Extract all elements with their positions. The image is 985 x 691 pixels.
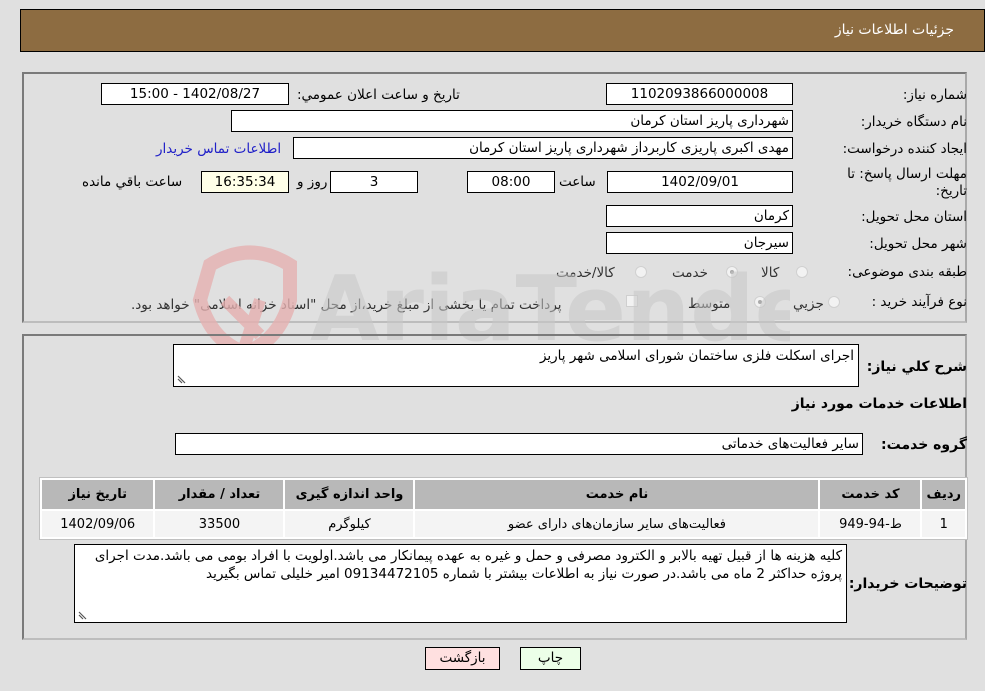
province-label: استان محل تحویل: <box>861 209 967 225</box>
remaining-days-field: 3 <box>330 171 418 193</box>
cell-service-name: فعالیت‌های سایر سازمان‌های دارای عضو <box>415 511 819 537</box>
process-label: نوع فرآیند خرید : <box>871 294 967 310</box>
page-title: جزئیات اطلاعات نیاز <box>834 22 954 38</box>
page-header: جزئیات اطلاعات نیاز <box>20 9 985 52</box>
remaining-time-field: 16:35:34 <box>201 171 289 193</box>
announce-datetime-label: تاریخ و ساعت اعلان عمومي: <box>297 87 460 103</box>
deadline-label: مهلت ارسال پاسخ: تا تاریخ: <box>847 166 967 199</box>
general-desc-textarea[interactable]: اجرای اسکلت فلزی ساختمان شورای اسلامی شه… <box>173 344 859 387</box>
need-number-field[interactable]: 1102093866000008 <box>606 83 793 105</box>
city-field[interactable]: سیرجان <box>606 232 793 254</box>
col-header-row-number: ردیف <box>922 480 965 509</box>
process-radio-medium[interactable] <box>754 296 766 308</box>
category-option-goods: کالا <box>761 265 780 281</box>
cell-row-number: 1 <box>922 511 965 537</box>
category-option-goods-service: کالا/خدمت <box>556 265 615 281</box>
deadline-date-field[interactable]: 1402/09/01 <box>607 171 793 193</box>
table-row: 1 ط-94-949 فعالیت‌های سایر سازمان‌های دا… <box>42 511 965 537</box>
city-label: شهر محل تحویل: <box>869 236 967 252</box>
cell-quantity: 33500 <box>155 511 284 537</box>
buyer-org-field[interactable]: شهرداری پاریز استان کرمان <box>231 110 793 132</box>
requester-label: ایجاد کننده درخواست: <box>842 141 967 157</box>
remaining-time-label: ساعت باقي مانده <box>82 174 183 190</box>
buyer-notes-textarea[interactable]: کلیه هزینه ها از قبیل تهیه بالابر و الکت… <box>74 544 847 623</box>
need-number-label: شماره نیاز: <box>902 87 967 103</box>
buyer-org-label: نام دستگاه خریدار: <box>860 114 967 130</box>
treasury-note: پرداخت تمام یا بخشی از مبلغ خرید،از محل … <box>131 297 562 313</box>
col-header-unit: واحد اندازه گیری <box>285 480 414 509</box>
category-radio-goods[interactable] <box>796 266 808 278</box>
days-label: روز و <box>297 174 328 190</box>
category-radio-goods-service[interactable] <box>635 266 647 278</box>
category-option-service: خدمت <box>672 265 708 281</box>
service-group-label: گروه خدمت: <box>881 437 967 453</box>
col-header-need-date: تاریخ نیاز <box>42 480 154 509</box>
services-table: ردیف کد خدمت نام خدمت واحد اندازه گیری ت… <box>39 477 968 540</box>
col-header-service-code: کد خدمت <box>820 480 921 509</box>
announce-datetime-field[interactable]: 1402/08/27 - 15:00 <box>101 83 289 105</box>
service-group-field[interactable]: سایر فعالیت‌های خدماتی <box>175 433 863 455</box>
resize-grip-icon[interactable] <box>177 375 186 384</box>
process-radio-minor[interactable] <box>828 296 840 308</box>
general-desc-text: اجرای اسکلت فلزی ساختمان شورای اسلامی شه… <box>539 348 854 364</box>
back-button[interactable]: بازگشت <box>425 647 500 670</box>
col-header-quantity: تعداد / مقدار <box>155 480 284 509</box>
resize-grip-icon[interactable] <box>78 611 87 620</box>
buyer-notes-label: توضیحات خریدار: <box>848 576 967 592</box>
category-radio-service[interactable] <box>726 266 738 278</box>
process-option-medium: متوسط <box>688 296 731 312</box>
general-desc-label: شرح کلي نیاز: <box>866 359 967 375</box>
services-table-wrapper: ردیف کد خدمت نام خدمت واحد اندازه گیری ت… <box>39 477 968 540</box>
deadline-time-label: ساعت <box>559 174 596 190</box>
table-header-row: ردیف کد خدمت نام خدمت واحد اندازه گیری ت… <box>42 480 965 509</box>
buyer-notes-text: کلیه هزینه ها از قبیل تهیه بالابر و الکت… <box>94 548 842 582</box>
province-field[interactable]: کرمان <box>606 205 793 227</box>
buyer-contact-link[interactable]: اطلاعات تماس خریدار <box>156 141 281 157</box>
print-button[interactable]: چاپ <box>520 647 581 670</box>
services-section-title: اطلاعات خدمات مورد نیاز <box>791 396 967 412</box>
cell-need-date: 1402/09/06 <box>42 511 154 537</box>
process-option-minor: جزیي <box>793 296 824 312</box>
category-label: طبقه بندی موضوعی: <box>847 264 967 280</box>
cell-unit: کیلوگرم <box>285 511 414 537</box>
treasury-checkbox[interactable] <box>626 295 638 307</box>
deadline-time-field[interactable]: 08:00 <box>467 171 555 193</box>
col-header-service-name: نام خدمت <box>415 480 819 509</box>
cell-service-code: ط-94-949 <box>820 511 921 537</box>
requester-field[interactable]: مهدی اکبری پاریزی کاربرداز شهرداری پاریز… <box>293 137 793 159</box>
